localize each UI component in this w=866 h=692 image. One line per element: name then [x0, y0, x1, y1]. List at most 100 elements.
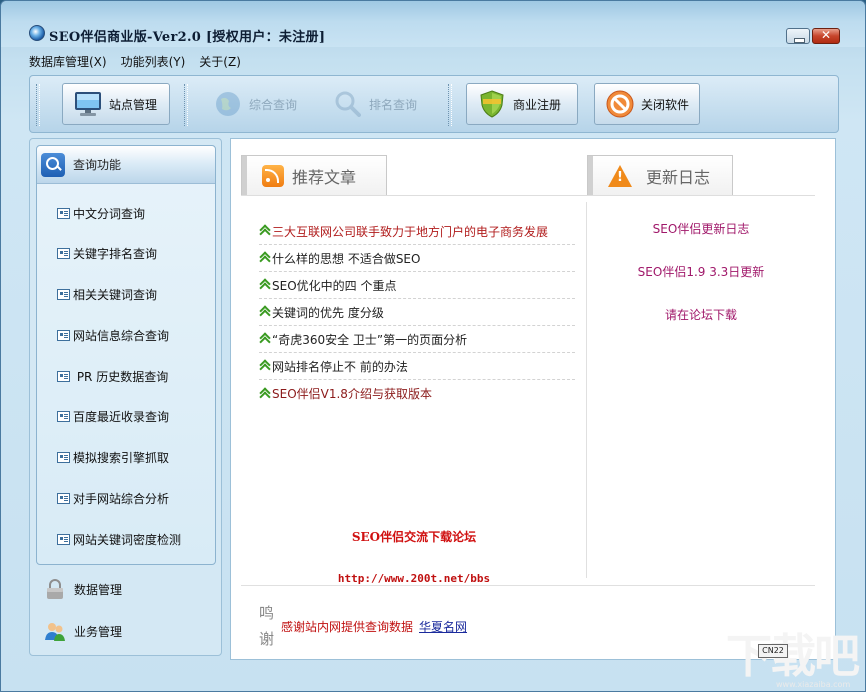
nav-item-crawler-sim[interactable]: 模拟搜索引擎抓取: [57, 448, 169, 466]
nav-item-label: 网站信息综合查询: [73, 328, 170, 343]
close-software-label: 关闭软件: [641, 97, 690, 112]
magnifier-icon: [333, 89, 363, 119]
close-software-button[interactable]: 关闭软件: [594, 83, 700, 125]
double-up-arrow-icon: [259, 306, 271, 318]
article-title: “奇虎360安全 卫士”第一的页面分析: [272, 332, 468, 347]
article-title: 关键词的优先 度分级: [272, 305, 384, 320]
article-title: 三大互联网公司联手致力于地方门户的电子商务发展: [272, 224, 549, 239]
article-link[interactable]: 什么样的思想 不适合做SEO: [259, 245, 575, 272]
forum-title[interactable]: SEO伴侣交流下载论坛: [241, 528, 587, 545]
article-title: 什么样的思想 不适合做SEO: [272, 251, 421, 266]
double-up-arrow-icon: [259, 225, 271, 237]
nav-item-site-info[interactable]: 网站信息综合查询: [57, 326, 169, 344]
sidebar: 查询功能 中文分词查询 关键字排名查询 相关关键词查询 网站信息综合查询 PR …: [29, 138, 222, 656]
watermark-text: 下载吧: [726, 629, 860, 683]
warning-icon: [608, 164, 632, 187]
nav-item-related-keywords[interactable]: 相关关键词查询: [57, 285, 157, 303]
business-register-button[interactable]: 商业注册: [466, 83, 578, 125]
app-window: SEO伴侣商业版-Ver2.0 [授权用户：未注册] 数据库管理(X) 功能列表…: [0, 0, 866, 692]
article-link[interactable]: 关键词的优先 度分级: [259, 299, 575, 326]
nav-item-label: PR 历史数据查询: [73, 369, 169, 384]
nav-item-label: 模拟搜索引擎抓取: [73, 450, 170, 465]
lock-icon: [44, 578, 66, 600]
acknowledgements-link[interactable]: 华夏名网: [419, 618, 467, 635]
business-manage-label: 业务管理: [74, 624, 123, 639]
double-up-arrow-icon: [259, 388, 271, 400]
article-link[interactable]: SEO伴侣V1.8介绍与获取版本: [259, 380, 575, 407]
article-link[interactable]: SEO优化中的四 个重点: [259, 272, 575, 299]
article-link[interactable]: “奇虎360安全 卫士”第一的页面分析: [259, 326, 575, 353]
log-entry[interactable]: SEO伴侣1.9 3.3日更新: [588, 263, 814, 280]
rank-query-button[interactable]: 排名查询: [322, 83, 428, 125]
document-icon: [57, 247, 70, 259]
window-title: SEO伴侣商业版-Ver2.0 [授权用户：未注册]: [49, 30, 326, 45]
log-entry[interactable]: 请在论坛下载: [588, 306, 814, 323]
document-icon: [57, 207, 70, 219]
toolbar-grip[interactable]: [36, 84, 40, 126]
data-manage-group[interactable]: 数据管理: [36, 572, 216, 606]
rank-query-label: 排名查询: [369, 97, 418, 112]
article-title: 网站排名停止不 前的办法: [272, 359, 408, 374]
toolbar-separator: [448, 84, 452, 126]
nav-item-label: 中文分词查询: [73, 206, 146, 221]
close-button[interactable]: [812, 28, 840, 44]
nav-item-keyword-rank[interactable]: 关键字排名查询: [57, 244, 157, 262]
nav-item-competitor-analysis[interactable]: 对手网站综合分析: [57, 489, 169, 507]
articles-section: 三大互联网公司联手致力于地方门户的电子商务发展 什么样的思想 不适合做SEO S…: [241, 202, 587, 585]
monitor-icon: [73, 89, 103, 119]
document-icon: [57, 451, 70, 463]
article-link[interactable]: 三大互联网公司联手致力于地方门户的电子商务发展: [259, 218, 575, 245]
site-manage-button[interactable]: 站点管理: [62, 83, 170, 125]
data-manage-label: 数据管理: [74, 582, 123, 597]
nav-item-label: 相关关键词查询: [73, 287, 158, 302]
users-icon: [44, 620, 66, 642]
search-icon: [41, 152, 65, 177]
document-icon: [57, 410, 70, 422]
nav-item-keyword-density[interactable]: 网站关键词密度检测: [57, 530, 181, 548]
menu-about[interactable]: 关于(Z): [199, 53, 241, 71]
query-functions-panel: 查询功能 中文分词查询 关键字排名查询 相关关键词查询 网站信息综合查询 PR …: [36, 145, 216, 565]
double-up-arrow-icon: [259, 252, 271, 264]
business-manage-group[interactable]: 业务管理: [36, 614, 216, 648]
query-functions-header[interactable]: 查询功能: [37, 146, 215, 184]
comprehensive-query-button[interactable]: 综合查询: [202, 83, 308, 125]
nav-item-pr-history[interactable]: PR 历史数据查询: [57, 367, 168, 385]
content-panel: 推荐文章 更新日志 三大互联网公司联手致力于地方门户的电子商务发展 什么样的思想…: [230, 138, 836, 660]
recommended-articles-header: 推荐文章: [241, 155, 387, 195]
nav-item-baidu-indexed[interactable]: 百度最近收录查询: [57, 407, 169, 425]
update-log-header: 更新日志: [587, 155, 733, 195]
business-register-label: 商业注册: [513, 97, 562, 112]
document-icon: [57, 370, 70, 382]
divider: [241, 195, 587, 196]
site-manage-label: 站点管理: [109, 97, 158, 112]
menu-functions[interactable]: 功能列表(Y): [121, 53, 186, 71]
document-icon: [57, 492, 70, 504]
comprehensive-query-label: 综合查询: [249, 97, 298, 112]
minimize-button[interactable]: [786, 28, 810, 44]
menu-bar: 数据库管理(X) 功能列表(Y) 关于(Z): [29, 53, 241, 71]
document-icon: [57, 329, 70, 341]
log-entry[interactable]: SEO伴侣更新日志: [588, 220, 814, 237]
watermark-logo: 下载吧 CN22 www.xiazaiba.com: [720, 629, 860, 689]
menu-database[interactable]: 数据库管理(X): [29, 53, 107, 71]
toolbar: 站点管理 综合查询 排名查询 商业注册 关闭软件: [29, 75, 839, 133]
watermark-badge: CN22: [758, 644, 788, 658]
app-logo-icon: [29, 25, 45, 41]
article-title: SEO伴侣V1.8介绍与获取版本: [272, 387, 432, 401]
nav-item-label: 关键字排名查询: [73, 246, 158, 261]
article-link[interactable]: 网站排名停止不 前的办法: [259, 353, 575, 380]
nav-item-word-segmentation[interactable]: 中文分词查询: [57, 204, 145, 222]
document-icon: [57, 288, 70, 300]
recommended-articles-title: 推荐文章: [292, 167, 357, 187]
watermark-url: www.xiazaiba.com: [776, 680, 851, 689]
document-icon: [57, 533, 70, 545]
rss-icon: [262, 164, 284, 187]
forum-url-link[interactable]: http://www.200t.net/bbs: [241, 572, 587, 585]
title-bar[interactable]: SEO伴侣商业版-Ver2.0 [授权用户：未注册]: [1, 1, 865, 47]
toolbar-separator: [184, 84, 188, 126]
divider: [587, 195, 815, 196]
nav-item-label: 网站关键词密度检测: [73, 532, 182, 547]
query-functions-label: 查询功能: [73, 158, 122, 172]
article-list: 三大互联网公司联手致力于地方门户的电子商务发展 什么样的思想 不适合做SEO S…: [259, 218, 575, 407]
article-title: SEO优化中的四 个重点: [272, 278, 397, 293]
